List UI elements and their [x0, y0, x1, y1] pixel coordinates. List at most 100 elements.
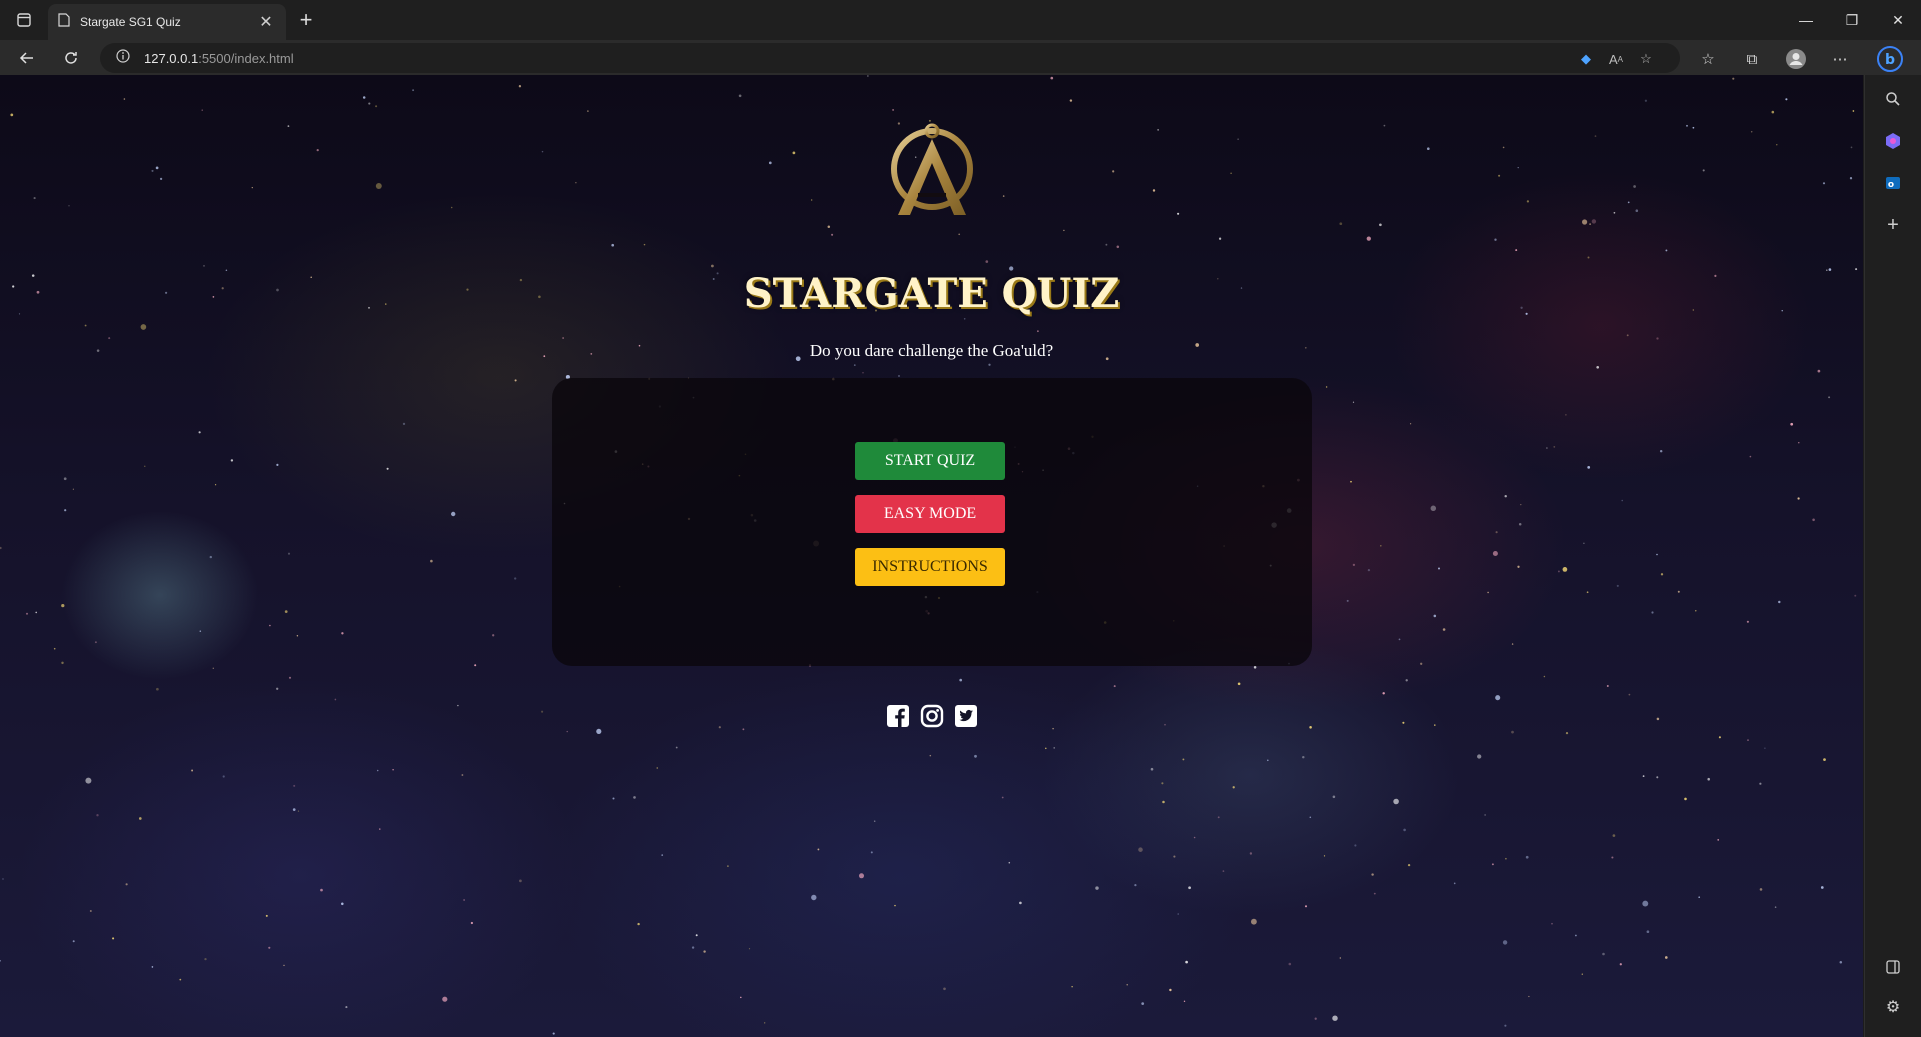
star [1314, 1017, 1317, 1020]
star [703, 950, 706, 953]
star [1575, 934, 1577, 937]
instructions-button[interactable]: INSTRUCTIONS [855, 548, 1005, 586]
star [1426, 147, 1430, 151]
favorites-icon[interactable]: ☆ [1694, 45, 1722, 73]
star [1453, 882, 1456, 885]
star [867, 75, 869, 77]
star [974, 754, 977, 758]
star [1644, 99, 1648, 102]
minimize-button[interactable]: — [1783, 0, 1829, 40]
new-tab-button[interactable]: + [292, 6, 320, 34]
add-sidebar-app-icon[interactable]: + [1879, 211, 1907, 239]
bing-copilot-icon[interactable]: b [1876, 45, 1904, 73]
star [375, 183, 382, 189]
start-quiz-button[interactable]: START QUIZ [855, 442, 1005, 480]
star [1526, 200, 1530, 203]
star [1820, 886, 1824, 889]
star [1116, 245, 1120, 249]
star [1105, 243, 1108, 246]
star [1001, 796, 1004, 799]
star [727, 865, 729, 867]
star [1750, 131, 1753, 133]
restore-button[interactable]: ❐ [1829, 0, 1875, 40]
menu-panel: START QUIZ EASY MODE INSTRUCTIONS [552, 378, 1312, 666]
star [1759, 782, 1762, 785]
hide-sidebar-icon[interactable] [1879, 953, 1907, 981]
star [1646, 930, 1650, 934]
star [811, 199, 813, 201]
star [292, 808, 296, 811]
settings-gear-icon[interactable]: ⚙ [1879, 993, 1907, 1021]
star [341, 632, 344, 635]
star [1162, 800, 1165, 804]
read-aloud-icon[interactable]: AA [1604, 47, 1628, 71]
refresh-button[interactable] [56, 43, 86, 73]
star [1430, 505, 1437, 512]
tab-actions-icon[interactable] [10, 8, 38, 32]
star [738, 94, 742, 98]
back-button[interactable] [12, 43, 42, 73]
star [1141, 1002, 1145, 1005]
more-menu-icon[interactable]: ⋯ [1826, 45, 1854, 73]
star [1379, 223, 1382, 227]
star [1520, 503, 1522, 506]
star [1354, 844, 1357, 847]
star [492, 634, 495, 637]
star [1185, 960, 1188, 964]
star [1071, 986, 1073, 988]
address-bar[interactable]: 127.0.0.1:5500/index.html ◆ AA ☆ [100, 43, 1680, 73]
page-subtitle: Do you dare challenge the Goa'uld? [809, 341, 1054, 360]
star [334, 698, 337, 701]
star [1677, 590, 1680, 593]
star [288, 676, 292, 679]
star [108, 337, 111, 340]
star [1380, 545, 1382, 547]
star [463, 899, 465, 901]
star [1852, 110, 1855, 112]
star [1304, 905, 1308, 908]
copilot-sidebar-icon[interactable] [1879, 127, 1907, 155]
star [587, 110, 589, 112]
close-tab-icon[interactable]: ✕ [256, 12, 276, 32]
star [1606, 684, 1609, 688]
browser-tab[interactable]: Stargate SG1 Quiz ✕ [48, 4, 286, 40]
close-window-button[interactable]: ✕ [1875, 0, 1921, 40]
search-icon[interactable] [1879, 85, 1907, 113]
star [1628, 693, 1631, 696]
star [1823, 758, 1826, 761]
star [268, 946, 271, 949]
star [1433, 614, 1437, 618]
star [959, 678, 963, 682]
twitter-icon[interactable] [953, 703, 979, 729]
url-path: :5500/index.html [198, 50, 294, 66]
star [1581, 973, 1583, 975]
star [376, 769, 379, 772]
star [204, 957, 207, 961]
profile-avatar[interactable] [1782, 45, 1810, 73]
star [201, 109, 203, 111]
star [320, 888, 323, 892]
star [1660, 573, 1664, 576]
shopping-tag-icon[interactable]: ◆ [1574, 47, 1598, 71]
star [1587, 256, 1590, 259]
add-favorite-icon[interactable]: ☆ [1634, 47, 1658, 71]
star [1407, 863, 1411, 867]
site-info-icon[interactable] [116, 48, 130, 68]
star [151, 966, 154, 968]
star [1589, 223, 1591, 225]
star [1019, 901, 1022, 905]
star [1518, 522, 1522, 526]
star [72, 488, 74, 490]
star [1393, 798, 1399, 805]
star [1511, 730, 1514, 734]
easy-mode-button[interactable]: EASY MODE [855, 495, 1005, 533]
collections-icon[interactable]: ⧉ [1738, 45, 1766, 73]
instagram-icon[interactable] [919, 703, 945, 729]
star [0, 546, 2, 550]
star [316, 148, 319, 152]
browser-toolbar: 127.0.0.1:5500/index.html ◆ AA ☆ ☆ ⧉ ⋯ b [0, 40, 1921, 75]
facebook-icon[interactable] [885, 703, 911, 729]
star [1237, 138, 1239, 140]
star [1095, 886, 1099, 890]
outlook-icon[interactable]: o [1879, 169, 1907, 197]
